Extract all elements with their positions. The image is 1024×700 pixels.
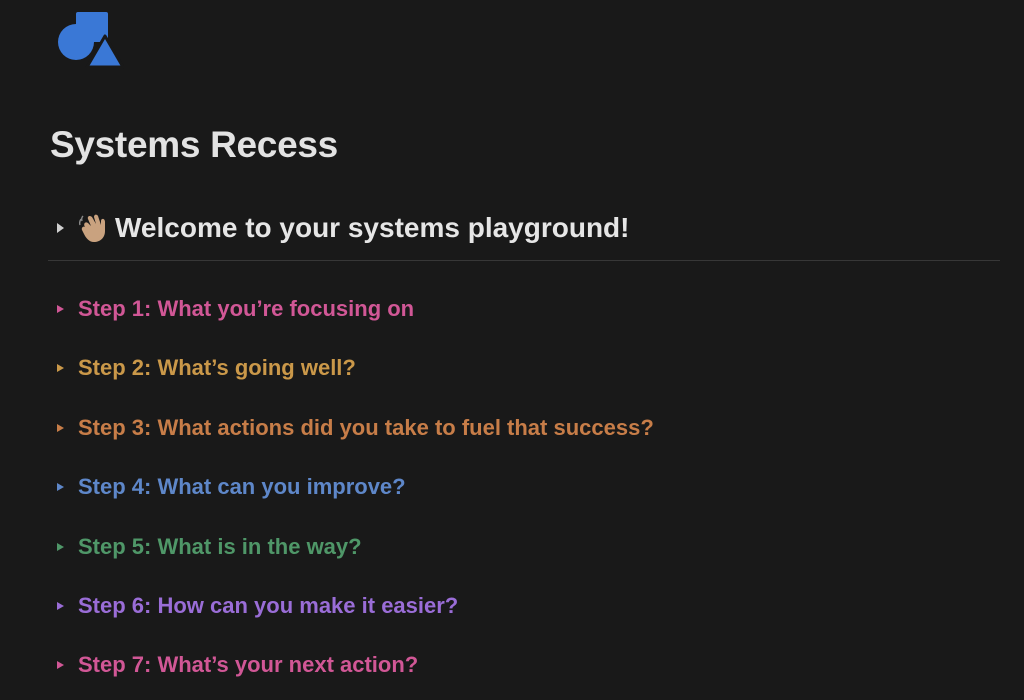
toggle-caret-icon[interactable] [57,223,64,233]
toggle-caret-icon[interactable] [57,364,64,373]
step-label: Step 2: What’s going well? [78,355,356,381]
welcome-toggle[interactable]: Welcome to your systems playground! [52,208,630,248]
toggle-caret-icon[interactable] [57,305,64,313]
step-toggle-1[interactable]: Step 1: What you’re focusing on [52,290,654,328]
step-toggle-7[interactable]: Step 7: What’s your next action? [52,646,654,684]
toggle-caret-icon[interactable] [57,661,64,670]
welcome-toggle-label: Welcome to your systems playground! [115,212,630,243]
page-title[interactable]: Systems Recess [50,124,338,166]
step-toggle-5[interactable]: Step 5: What is in the way? [52,528,654,566]
step-label: Step 4: What can you improve? [78,474,406,500]
toggle-caret-icon[interactable] [57,423,64,432]
page: Systems Recess Welcome to your systems p… [0,0,1024,700]
toggle-caret-icon[interactable] [57,483,64,492]
step-toggle-2[interactable]: Step 2: What’s going well? [52,349,654,387]
step-label: Step 5: What is in the way? [78,533,362,559]
step-label: Step 6: How can you make it easier? [78,592,459,618]
step-toggle-4[interactable]: Step 4: What can you improve? [52,468,654,506]
step-list: Step 1: What you’re focusing on Step 2: … [52,290,654,700]
toggle-caret-icon[interactable] [57,542,64,551]
toggle-caret-icon[interactable] [57,601,64,610]
step-toggle-3[interactable]: Step 3: What actions did you take to fue… [52,409,654,447]
step-label: Step 3: What actions did you take to fue… [78,414,654,440]
step-toggle-6[interactable]: Step 6: How can you make it easier? [52,587,654,625]
waving-hand-icon [79,214,105,242]
divider [48,260,1000,261]
step-label: Step 1: What you’re focusing on [78,296,415,321]
shapes-icon[interactable] [56,12,124,70]
step-label: Step 7: What’s your next action? [78,652,419,678]
